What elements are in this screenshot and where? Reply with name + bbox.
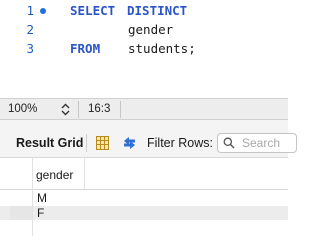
line-number: 1 bbox=[26, 3, 34, 18]
status-divider bbox=[120, 101, 121, 118]
sql-keyword-select: SELECT bbox=[70, 3, 116, 18]
line-number: 2 bbox=[26, 22, 34, 37]
table-cell[interactable]: M bbox=[37, 191, 47, 205]
panel-gap bbox=[0, 120, 288, 128]
sql-keyword-distinct: DISTINCT bbox=[127, 3, 188, 18]
toolbar-divider bbox=[86, 134, 87, 152]
table-cell[interactable]: F bbox=[37, 206, 44, 220]
row-selector[interactable] bbox=[10, 206, 32, 220]
current-statement-marker-icon bbox=[40, 8, 46, 14]
zoom-stepper-icon[interactable] bbox=[60, 102, 71, 117]
refresh-icon[interactable] bbox=[121, 135, 138, 151]
column-header-gender[interactable]: gender bbox=[33, 166, 84, 184]
table-row[interactable]: M bbox=[0, 191, 288, 205]
row-gutter-divider bbox=[32, 158, 33, 236]
filter-rows-label: Filter Rows: bbox=[147, 136, 213, 150]
line-number: 3 bbox=[26, 41, 34, 56]
zoom-level[interactable]: 100% bbox=[8, 103, 37, 115]
code-line-1[interactable]: 1 SELECT DISTINCT bbox=[0, 1, 288, 20]
result-toolbar: Result Grid Filter Rows: bbox=[0, 128, 297, 158]
filter-search-box[interactable] bbox=[217, 133, 297, 153]
code-line-2[interactable]: 2 gender bbox=[0, 20, 288, 39]
grid-view-icon[interactable] bbox=[96, 136, 109, 150]
table-row[interactable]: F bbox=[0, 206, 288, 220]
result-grid[interactable]: gender M F bbox=[0, 158, 288, 236]
cursor-position: 16:3 bbox=[88, 103, 111, 115]
sql-identifier-students: students; bbox=[128, 41, 196, 56]
sql-keyword-from: FROM bbox=[70, 41, 101, 56]
result-grid-title: Result Grid bbox=[16, 136, 84, 150]
header-divider bbox=[0, 189, 288, 190]
code-line-3[interactable]: 3 FROM students; bbox=[0, 39, 288, 58]
column-divider bbox=[84, 158, 85, 190]
search-icon bbox=[223, 137, 235, 149]
sql-identifier-gender: gender bbox=[128, 22, 174, 37]
status-divider bbox=[78, 101, 79, 118]
filter-search-input[interactable] bbox=[242, 135, 296, 151]
sql-editor[interactable]: 1 SELECT DISTINCT 2 gender 3 FROM studen… bbox=[0, 0, 288, 98]
editor-status-bar: 100% 16:3 bbox=[0, 98, 288, 120]
